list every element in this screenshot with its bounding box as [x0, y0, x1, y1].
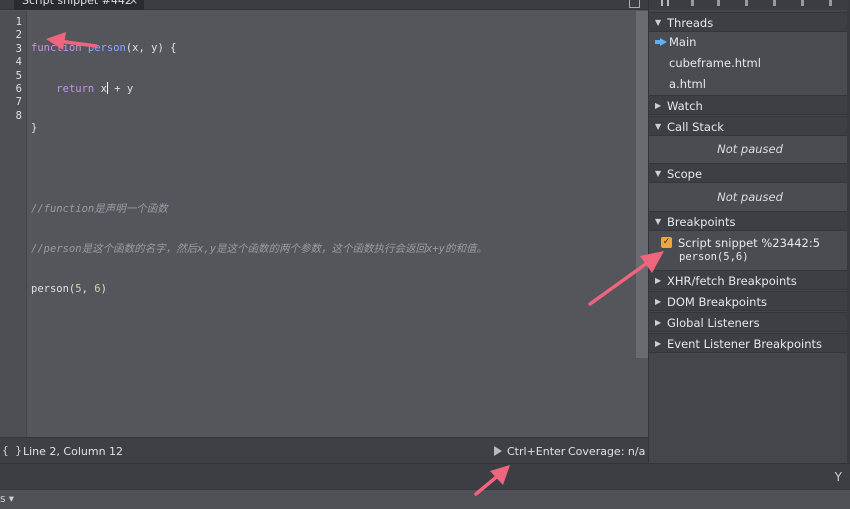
section-watch[interactable]: ▶ Watch: [649, 95, 850, 115]
chevron-right-icon: ▶: [655, 297, 662, 306]
pretty-print-button[interactable]: { }: [2, 444, 22, 457]
section-title: Call Stack: [667, 120, 724, 134]
step-out-icon[interactable]: [745, 0, 748, 6]
tab-script-snippet[interactable]: Script snippet #442: [14, 0, 144, 10]
chevron-right-icon: ▶: [655, 318, 662, 327]
code-comment: //function是声明一个函数: [31, 202, 168, 215]
chevron-down-icon: ▼: [655, 169, 662, 178]
line-number[interactable]: 4: [2, 56, 22, 69]
section-breakpoints[interactable]: ▼ Breakpoints: [649, 211, 850, 231]
current-thread-arrow-icon: [655, 38, 667, 46]
chevron-down-icon: ▼: [655, 217, 662, 226]
scope-body: Not paused: [649, 183, 850, 211]
chevron-down-icon: ▼: [655, 18, 662, 27]
line-number[interactable]: 3: [2, 43, 22, 56]
line-number-gutter[interactable]: 1 2 3 4 5 6 7 8: [0, 11, 27, 437]
breakpoint-location[interactable]: Script snippet %23442:5: [678, 236, 820, 250]
drawer-menu[interactable]: s ▾: [0, 493, 14, 505]
chevron-down-icon: ▼: [655, 122, 662, 131]
code-area[interactable]: function person(x, y) { return x + y } /…: [31, 15, 487, 363]
debugger-sidebar: ▼ Threads Main cubeframe.html a.html ▶ W…: [648, 0, 850, 463]
line-number[interactable]: 8: [2, 110, 22, 123]
code-text: ): [100, 283, 107, 296]
line-number[interactable]: 2: [2, 29, 22, 42]
tab-close-icon[interactable]: ×: [129, 0, 138, 8]
section-dom-breakpoints[interactable]: ▶ DOM Breakpoints: [649, 291, 850, 311]
line-number[interactable]: 1: [2, 16, 22, 29]
thread-item[interactable]: cubeframe.html: [669, 56, 761, 70]
section-title: Breakpoints: [667, 215, 736, 229]
chevron-right-icon: ▶: [655, 101, 662, 110]
deactivate-breakpoints-icon[interactable]: [801, 0, 804, 6]
editor-scrollbar[interactable]: [636, 11, 648, 358]
code-text: }: [31, 122, 38, 135]
not-paused-text: Not paused: [717, 190, 783, 204]
section-title: Watch: [667, 99, 703, 113]
line-number[interactable]: 5: [2, 70, 22, 83]
breakpoint-code: person(5,6): [679, 251, 749, 263]
section-title: Event Listener Breakpoints: [667, 337, 822, 351]
code-line-3: }: [31, 122, 487, 135]
code-text: (x, y) {: [125, 41, 177, 54]
keyword: function: [31, 41, 82, 54]
step-into-icon[interactable]: [717, 0, 720, 6]
breakpoint-checkbox[interactable]: ✓: [661, 237, 672, 248]
thread-item[interactable]: Main: [669, 35, 696, 49]
code-comment: //person是这个函数的名字，然后x,y是这个函数的两个参数，这个函数执行会…: [31, 242, 487, 255]
editor-statusbar: { } Line 2, Column 12 Ctrl+Enter Coverag…: [0, 437, 648, 463]
section-title: Global Listeners: [667, 316, 760, 330]
run-snippet-shortcut[interactable]: Ctrl+Enter: [507, 445, 565, 458]
filter-icon[interactable]: Y: [835, 470, 842, 484]
coverage-status: Coverage: n/a: [568, 445, 646, 458]
pause-icon[interactable]: [661, 0, 669, 6]
chevron-right-icon: ▶: [655, 339, 662, 348]
cursor-position: Line 2, Column 12: [23, 445, 124, 458]
section-scope[interactable]: ▼ Scope: [649, 163, 850, 183]
code-text: + y: [107, 83, 134, 96]
threads-list: Main cubeframe.html a.html: [649, 32, 850, 95]
code-line-5: //function是声明一个函数: [31, 203, 487, 216]
toggle-sidebar-icon[interactable]: [629, 0, 640, 8]
code-text: ,: [81, 283, 95, 296]
not-paused-text: Not paused: [717, 142, 783, 156]
section-threads[interactable]: ▼ Threads: [649, 12, 850, 32]
step-over-icon[interactable]: [691, 0, 694, 6]
section-xhr-breakpoints[interactable]: ▶ XHR/fetch Breakpoints: [649, 270, 850, 290]
keyword: return: [56, 83, 95, 96]
section-title: Scope: [667, 167, 703, 181]
code-line-7: person(5, 6): [31, 283, 487, 296]
line-number[interactable]: 7: [2, 96, 22, 109]
function-name: person: [87, 41, 126, 54]
code-editor: Script snippet #442 × 1 2 3 4 5 6 7 8 fu…: [0, 0, 648, 463]
section-call-stack[interactable]: ▼ Call Stack: [649, 116, 850, 136]
thread-item[interactable]: a.html: [669, 77, 706, 91]
line-number[interactable]: 6: [2, 83, 22, 96]
section-global-listeners[interactable]: ▶ Global Listeners: [649, 312, 850, 332]
run-snippet-icon[interactable]: [494, 446, 502, 456]
section-title: Threads: [667, 16, 714, 30]
code-line-2: return x + y: [31, 82, 487, 95]
code-line-1: function person(x, y) {: [31, 42, 487, 55]
drawer-toolbar: Y: [0, 463, 850, 489]
code-text: person(: [31, 283, 76, 296]
section-title: DOM Breakpoints: [667, 295, 767, 309]
chevron-right-icon: ▶: [655, 276, 662, 285]
step-icon[interactable]: [773, 0, 776, 6]
section-event-listener-breakpoints[interactable]: ▶ Event Listener Breakpoints: [649, 333, 850, 353]
debugger-toolbar: [649, 0, 850, 10]
pause-on-exceptions-icon[interactable]: [829, 0, 832, 6]
call-stack-body: Not paused: [649, 136, 850, 163]
code-line-6: //person是这个函数的名字，然后x,y是这个函数的两个参数，这个函数执行会…: [31, 243, 487, 256]
drawer-footer: s ▾: [0, 489, 850, 509]
editor-tabbar: Script snippet #442 ×: [0, 0, 648, 10]
section-title: XHR/fetch Breakpoints: [667, 274, 797, 288]
